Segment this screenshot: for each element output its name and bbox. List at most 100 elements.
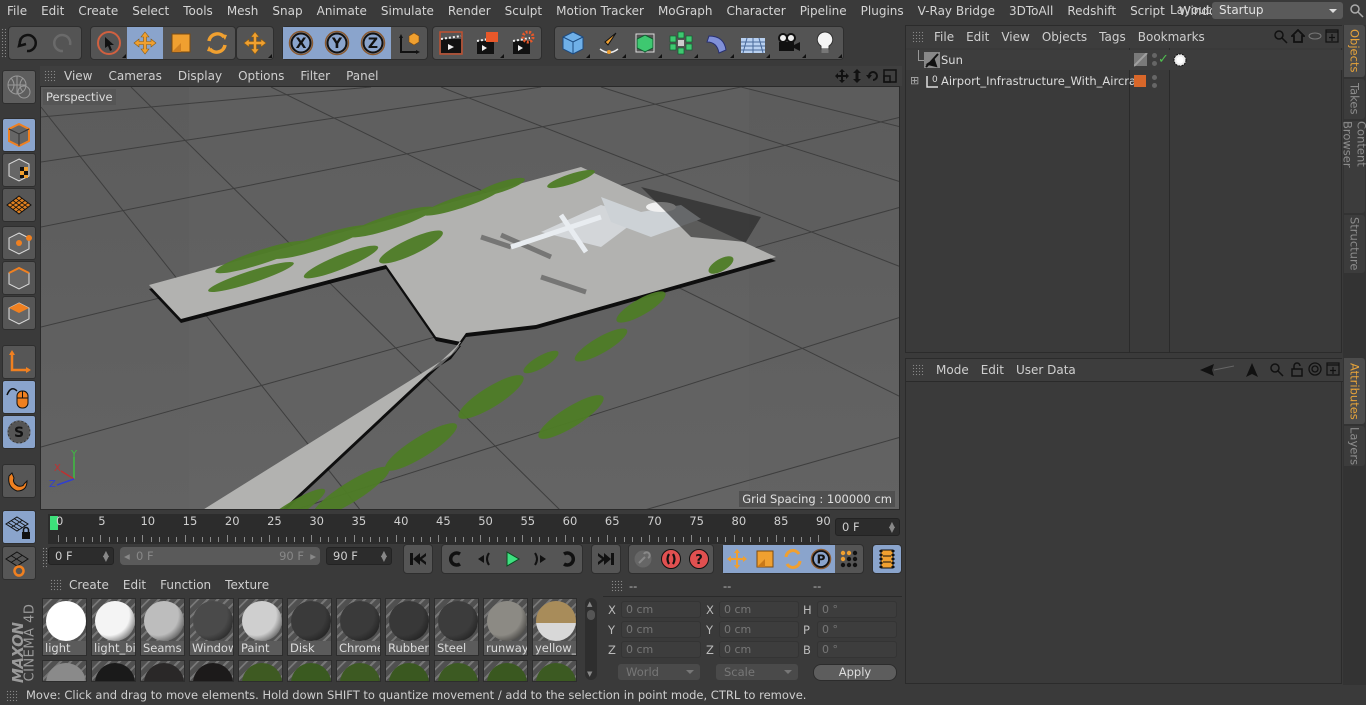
unlock-icon[interactable] — [1291, 362, 1303, 377]
object-row-airport[interactable]: ⊞ 0 Airport_Infrastructure_With_Aircraft — [906, 71, 1343, 91]
material-swatch[interactable]: Rubber — [385, 598, 430, 656]
menu-select[interactable]: Select — [125, 4, 176, 18]
object-menu-view[interactable]: View — [995, 30, 1035, 44]
render-view-button[interactable] — [433, 27, 469, 59]
key-scale-button[interactable] — [751, 545, 779, 573]
material-swatch[interactable]: Chrome — [336, 598, 381, 656]
object-menu-file[interactable]: File — [928, 30, 960, 44]
material-menu-create[interactable]: Create — [62, 578, 116, 592]
attribute-menu-mode[interactable]: Mode — [930, 363, 975, 377]
coordinate-field[interactable]: 0 cm — [621, 621, 701, 638]
menu-sculpt[interactable]: Sculpt — [498, 4, 549, 18]
material-swatch[interactable]: Paint — [238, 598, 283, 656]
viewport-grip[interactable] — [44, 70, 56, 82]
viewport-menu-view[interactable]: View — [56, 69, 100, 83]
attribute-menu-user-data[interactable]: User Data — [1010, 363, 1082, 377]
menu-render[interactable]: Render — [441, 4, 498, 18]
attribute-menu-edit[interactable]: Edit — [975, 363, 1010, 377]
menu-create[interactable]: Create — [71, 4, 125, 18]
coordinate-mode-dropdown[interactable]: World — [618, 664, 700, 680]
coordinate-field[interactable]: 0 cm — [719, 641, 799, 658]
timeline-window-button[interactable] — [873, 545, 901, 573]
object-row-sun[interactable]: Sun ✓ — [906, 50, 1343, 70]
material-menu-texture[interactable]: Texture — [218, 578, 276, 592]
record-active-button[interactable] — [629, 545, 657, 573]
prev-key-button[interactable] — [442, 545, 470, 573]
autokey-button[interactable] — [657, 545, 685, 573]
redo-button[interactable] — [45, 27, 81, 59]
attribute-search-icon[interactable] — [1270, 363, 1284, 377]
range-left-arrow[interactable]: ◂ — [124, 547, 130, 565]
play-button[interactable] — [498, 545, 526, 573]
menu-mesh[interactable]: Mesh — [220, 4, 266, 18]
toolbar-grip[interactable] — [1, 28, 6, 58]
y-axis-lock-button[interactable]: Y — [319, 27, 355, 59]
maximize-view-icon[interactable] — [883, 69, 897, 83]
material-menu-edit[interactable]: Edit — [116, 578, 153, 592]
scale-tool-button[interactable] — [163, 27, 199, 59]
playback-grip[interactable] — [42, 547, 47, 569]
cube-button[interactable] — [555, 27, 591, 59]
material-swatch[interactable]: Window — [189, 598, 234, 656]
expand-icon[interactable]: ⊞ — [910, 71, 919, 91]
tweak-mode-button[interactable] — [2, 380, 36, 414]
goto-start-button[interactable] — [404, 545, 432, 573]
material-swatch[interactable]: Disk — [287, 598, 332, 656]
material-scrollbar[interactable]: ▲ ▼ — [585, 598, 597, 680]
menu-snap[interactable]: Snap — [265, 4, 309, 18]
render-settings-button[interactable] — [505, 27, 541, 59]
live-selection-button[interactable] — [91, 27, 127, 59]
home-icon[interactable] — [1291, 29, 1305, 43]
menu-simulate[interactable]: Simulate — [374, 4, 441, 18]
back-arrow-icon[interactable] — [1200, 364, 1234, 376]
scroll-up-arrow[interactable]: ▲ — [587, 600, 592, 608]
viewport-menu-panel[interactable]: Panel — [338, 69, 386, 83]
subdivision-surface-button[interactable] — [627, 27, 663, 59]
timeline-ruler[interactable]: 0 5 10 15 20 25 30 35 40 45 50 55 60 65 70 75 80 85 90 — [48, 514, 831, 544]
frame-range-slider[interactable]: ◂ 0 F 90 F ▸ — [120, 547, 320, 565]
coordinate-field[interactable]: 0 cm — [719, 601, 799, 618]
key-position-button[interactable] — [723, 545, 751, 573]
key-pla-button[interactable] — [835, 545, 863, 573]
workplane-mode-button[interactable] — [2, 188, 36, 222]
edges-mode-button[interactable] — [2, 261, 36, 295]
coordinate-field[interactable]: 0 cm — [719, 621, 799, 638]
object-menu-tags[interactable]: Tags — [1093, 30, 1132, 44]
texture-mode-button[interactable] — [2, 153, 36, 187]
render-visibility-dot[interactable] — [1152, 61, 1157, 66]
up-arrow-icon[interactable] — [1246, 363, 1258, 377]
editor-visibility-dot[interactable] — [1152, 75, 1157, 80]
tab-takes[interactable]: Takes — [1344, 79, 1365, 119]
lock-workplane-button[interactable] — [2, 510, 36, 544]
coordinate-field[interactable]: 0 ° — [817, 621, 897, 638]
material-swatch[interactable] — [42, 660, 87, 682]
camera-button[interactable] — [771, 27, 807, 59]
menu-animate[interactable]: Animate — [310, 4, 374, 18]
material-swatch[interactable]: light — [42, 598, 87, 656]
object-grip[interactable] — [912, 31, 924, 43]
object-menu-objects[interactable]: Objects — [1036, 30, 1093, 44]
transform-type-dropdown[interactable]: Scale — [716, 664, 798, 680]
object-name[interactable]: Sun — [941, 50, 963, 70]
start-frame-field[interactable]: 0 F ▲ ▼ — [48, 547, 114, 565]
coordinate-field[interactable]: 0 cm — [621, 601, 701, 618]
material-swatch[interactable]: Steel — [434, 598, 479, 656]
tab-objects[interactable]: Objects — [1344, 25, 1365, 77]
render-picture-viewer-button[interactable] — [469, 27, 505, 59]
editor-visibility-dot[interactable] — [1152, 53, 1157, 58]
tab-attributes[interactable]: Attributes — [1344, 358, 1365, 424]
material-swatch[interactable]: runway_ — [483, 598, 528, 656]
layer-color-swatch[interactable] — [1134, 75, 1146, 87]
menu-plugins[interactable]: Plugins — [854, 4, 911, 18]
keyframe-selection-button[interactable]: ? — [685, 545, 713, 573]
menu-file[interactable]: File — [0, 4, 34, 18]
viewport-menu-cameras[interactable]: Cameras — [100, 69, 169, 83]
move-tool-button[interactable] — [127, 27, 163, 59]
viewport-solo-button[interactable] — [2, 70, 36, 104]
material-swatch[interactable] — [91, 660, 136, 682]
material-swatch[interactable] — [532, 660, 577, 682]
material-swatch[interactable] — [434, 660, 479, 682]
material-swatch[interactable] — [189, 660, 234, 682]
new-attribute-panel-icon[interactable] — [1326, 362, 1340, 376]
model-mode-button[interactable] — [2, 118, 36, 152]
